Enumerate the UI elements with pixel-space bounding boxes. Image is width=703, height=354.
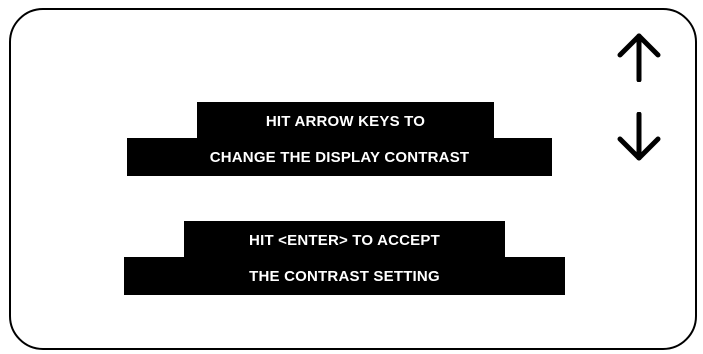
instruction-arrow-keys-line2: CHANGE THE DISPLAY CONTRAST	[127, 138, 552, 176]
contrast-dialog-panel	[9, 8, 697, 350]
instruction-arrow-keys-line1: HIT ARROW KEYS TO	[197, 102, 494, 140]
instruction-enter-line1: HIT <ENTER> TO ACCEPT	[184, 221, 505, 259]
instruction-enter-line2: THE CONTRAST SETTING	[124, 257, 565, 295]
arrow-up-icon	[615, 30, 663, 82]
arrow-down-icon	[615, 112, 663, 164]
